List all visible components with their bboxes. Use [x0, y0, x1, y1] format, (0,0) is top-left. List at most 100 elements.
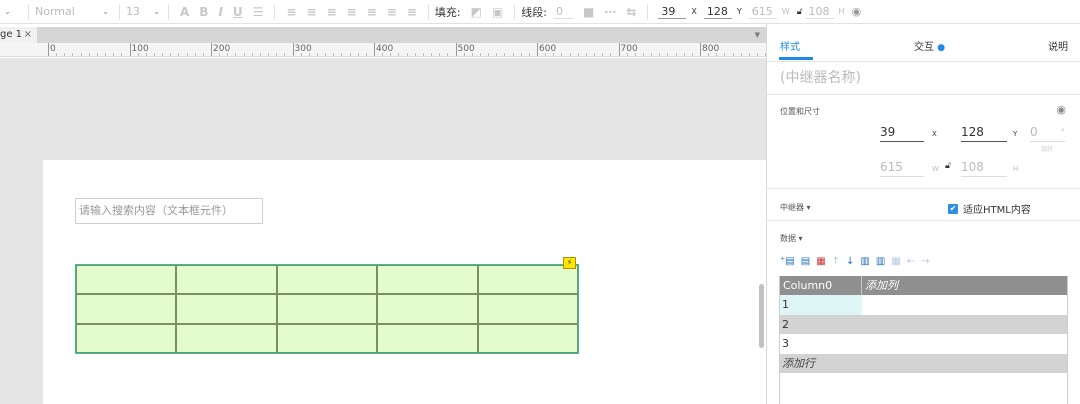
repeater-cell[interactable] [76, 265, 177, 295]
panel-x-field[interactable]: 39 [880, 125, 924, 142]
align-middle-icon[interactable]: ≡ [387, 5, 397, 19]
lock-icon[interactable]: 🔓︎ [945, 161, 951, 171]
font-size-dropdown[interactable]: 13 ⌄ [126, 0, 162, 24]
page-tab[interactable]: ge 1 × [0, 27, 37, 43]
lock-icon[interactable]: 🔓︎ [797, 7, 803, 17]
design-canvas[interactable]: 请输入搜索内容（文本框元件） ⚡ [0, 58, 766, 404]
repeater-cell[interactable] [477, 294, 578, 324]
ruler-minor-tick [512, 53, 514, 56]
repeater-cell[interactable] [176, 323, 277, 353]
ruler-minor-tick [284, 53, 286, 56]
italic-icon[interactable]: I [218, 5, 222, 19]
repeater-cell[interactable] [377, 265, 478, 295]
tab-style[interactable]: 样式 [780, 38, 800, 53]
panel-y-field[interactable]: 128 [961, 125, 1007, 142]
ruler-minor-tick [308, 53, 310, 56]
align-bottom-icon[interactable]: ≡ [407, 5, 417, 19]
repeater-cell[interactable] [76, 294, 177, 324]
font-family-dropdown[interactable]: ⌄ [0, 0, 22, 24]
ruler-minor-tick [382, 53, 384, 56]
ruler-minor-tick [463, 53, 465, 56]
add-column-left-icon[interactable]: ▥ [860, 256, 869, 267]
bullet-list-icon[interactable]: ☰ [253, 5, 264, 19]
bold-icon[interactable]: B [199, 5, 208, 19]
panel-rotation-field[interactable]: 0 [1030, 125, 1065, 142]
ruler-minor-tick [577, 53, 579, 56]
data-section-label[interactable]: 数据 ▾ [780, 233, 803, 244]
stroke-pattern-icon[interactable]: ⋯ [604, 5, 616, 19]
align-left-icon[interactable]: ≡ [286, 5, 296, 19]
add-row-below-icon[interactable]: ▤ [801, 256, 810, 267]
ruler-minor-tick [121, 53, 123, 56]
grid-cell[interactable]: 3 [780, 334, 862, 353]
eye-icon[interactable]: ◉ [852, 5, 862, 18]
add-column-cell[interactable]: 添加列 [862, 276, 1067, 295]
x-field[interactable]: 39 [658, 5, 687, 19]
search-input[interactable]: 请输入搜索内容（文本框元件） [75, 198, 263, 224]
align-center-icon[interactable]: ≡ [307, 5, 317, 19]
repeater-cell[interactable] [276, 323, 378, 353]
underline-icon[interactable]: U [233, 5, 243, 19]
move-down-icon[interactable]: ↓ [846, 256, 854, 267]
add-row-cell[interactable]: 添加行 [780, 353, 1067, 373]
vertical-scrollbar[interactable] [759, 284, 764, 348]
ruler-minor-tick [602, 53, 604, 56]
panel-w-field[interactable]: 615 [880, 160, 924, 177]
checkbox-checked-icon[interactable]: ✔ [948, 203, 958, 214]
divider [514, 3, 516, 20]
repeater-cell[interactable] [377, 323, 478, 353]
ruler-minor-tick [610, 53, 612, 56]
column-header[interactable]: Column0 [780, 276, 862, 296]
stroke-color-icon[interactable]: ■ [583, 5, 594, 19]
repeater-cell[interactable] [477, 323, 578, 353]
grid-cell[interactable]: 2 [780, 315, 862, 334]
eye-icon[interactable]: ◉ [1056, 103, 1066, 116]
repeater-cell[interactable] [276, 294, 378, 324]
ruler-minor-tick [528, 53, 530, 56]
h-field[interactable]: 108 [805, 5, 834, 19]
add-row-above-icon[interactable]: ⁺▤ [780, 256, 795, 267]
fill-color-icon[interactable]: ◩ [471, 5, 482, 19]
panel-h-field[interactable]: 108 [961, 160, 1007, 177]
align-top-icon[interactable]: ≡ [367, 5, 377, 19]
lightning-icon[interactable]: ⚡ [563, 257, 576, 269]
move-right-icon[interactable]: → [921, 256, 929, 267]
repeater-cell[interactable] [276, 265, 378, 295]
arrow-style-icon[interactable]: ⇆ [626, 5, 636, 19]
repeater-cell[interactable] [76, 323, 177, 353]
delete-column-icon[interactable]: ▦ [891, 256, 900, 267]
font-color-icon[interactable]: A [180, 5, 189, 19]
close-icon[interactable]: × [24, 27, 32, 43]
tab-notes[interactable]: 说明 [1048, 38, 1068, 53]
ruler-minor-tick [431, 53, 433, 56]
fit-html-option[interactable]: ✔ 适应HTML内容 [948, 201, 1031, 216]
grid-cell[interactable]: 1 [780, 295, 862, 315]
move-up-icon[interactable]: ↑ [832, 256, 840, 267]
fill-image-icon[interactable]: ▣ [492, 5, 503, 19]
ruler-minor-tick [626, 53, 628, 56]
ruler-minor-tick [447, 53, 449, 56]
tab-interaction[interactable]: 交互 ● [914, 38, 945, 53]
move-left-icon[interactable]: ← [907, 256, 915, 267]
tab-menu-icon[interactable]: ▼ [755, 31, 760, 39]
repeater-section-label[interactable]: 中继器 ▾ [780, 202, 811, 213]
panel-rotation-label: 旋转 [1041, 146, 1054, 153]
repeater-widget[interactable] [75, 264, 579, 354]
repeater-cell[interactable] [477, 265, 578, 295]
repeater-cell[interactable] [176, 265, 277, 295]
ruler-minor-tick [170, 53, 172, 56]
y-field[interactable]: 128 [703, 5, 732, 19]
ruler-minor-tick [105, 53, 107, 56]
ruler-minor-tick [357, 53, 359, 56]
repeater-cell[interactable] [176, 294, 277, 324]
widget-name-field[interactable]: (中继器名称) [780, 67, 861, 87]
w-field[interactable]: 615 [748, 5, 777, 19]
delete-row-icon[interactable]: ▦ [816, 256, 825, 267]
ruler-minor-tick [414, 53, 416, 56]
stroke-width-field[interactable]: 0 [553, 5, 573, 19]
add-column-right-icon[interactable]: ▥ [876, 256, 885, 267]
align-right-icon[interactable]: ≡ [327, 5, 337, 19]
justify-icon[interactable]: ≡ [347, 5, 357, 19]
font-style-dropdown[interactable]: Normal ⌄ [35, 0, 113, 24]
repeater-cell[interactable] [377, 294, 478, 324]
